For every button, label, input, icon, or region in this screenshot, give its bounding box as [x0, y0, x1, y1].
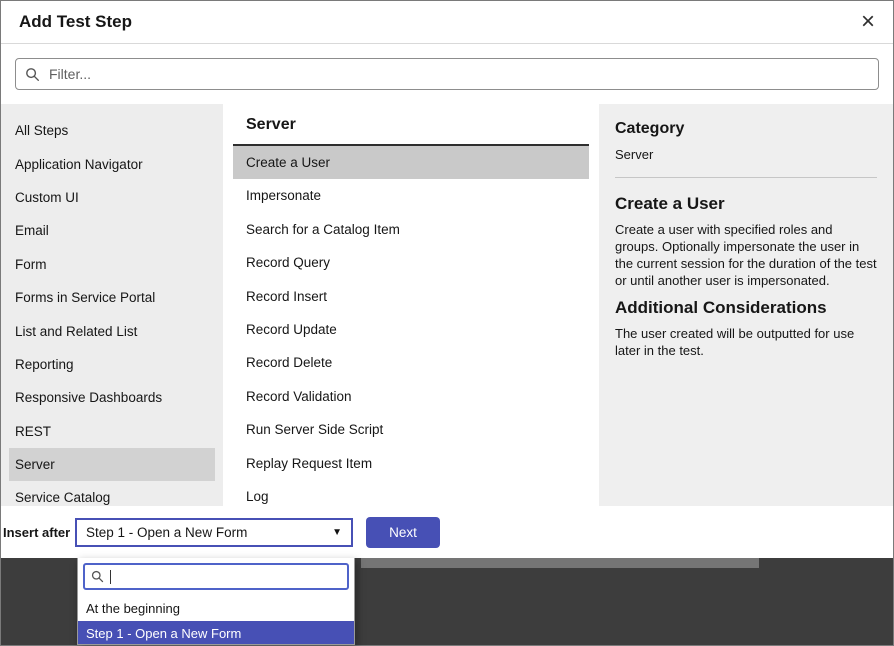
insert-after-label: Insert after: [1, 525, 75, 540]
sidebar-item-all-steps[interactable]: All Steps: [9, 114, 215, 147]
modal-footer: Insert after Step 1 - Open a New Form ▼ …: [1, 506, 893, 558]
step-list-panel: Server Create a UserImpersonateSearch fo…: [223, 104, 599, 506]
background-page-element: [361, 558, 759, 568]
insert-after-select[interactable]: Step 1 - Open a New Form ▼: [75, 518, 353, 547]
dropdown-search-input[interactable]: [111, 568, 341, 585]
modal-body: All StepsApplication NavigatorCustom UIE…: [1, 104, 893, 506]
modal-header: Add Test Step ×: [1, 1, 893, 44]
insert-after-dropdown: At the beginningStep 1 - Open a New Form: [77, 558, 355, 645]
step-item-record-insert[interactable]: Record Insert: [233, 280, 589, 313]
sidebar-item-form[interactable]: Form: [9, 248, 215, 281]
step-item-create-a-user[interactable]: Create a User: [233, 146, 589, 179]
search-icon: [25, 67, 40, 82]
insert-after-select-value: Step 1 - Open a New Form: [86, 525, 247, 540]
modal-title: Add Test Step: [19, 12, 132, 32]
filter-input[interactable]: [47, 65, 869, 83]
sidebar-item-application-navigator[interactable]: Application Navigator: [9, 147, 215, 180]
sidebar-item-custom-ui[interactable]: Custom UI: [9, 181, 215, 214]
details-panel: Category Server Create a User Create a u…: [599, 104, 893, 506]
step-list: Create a UserImpersonateSearch for a Cat…: [233, 146, 589, 506]
sidebar-item-service-catalog[interactable]: Service Catalog: [9, 481, 215, 506]
filter-box: [15, 58, 879, 90]
search-icon: [91, 570, 104, 583]
add-test-step-modal: Add Test Step × All StepsApplication Nav…: [1, 1, 893, 558]
step-item-impersonate[interactable]: Impersonate: [233, 179, 589, 212]
next-button[interactable]: Next: [366, 517, 440, 548]
sidebar-item-reporting[interactable]: Reporting: [9, 348, 215, 381]
step-item-record-delete[interactable]: Record Delete: [233, 346, 589, 379]
dropdown-option-list: At the beginningStep 1 - Open a New Form: [78, 596, 354, 645]
sidebar-item-rest[interactable]: REST: [9, 415, 215, 448]
step-item-log[interactable]: Log: [233, 480, 589, 506]
filter-row: [1, 44, 893, 104]
additional-considerations-text: The user created will be outputted for u…: [615, 325, 877, 359]
close-icon[interactable]: ×: [861, 10, 875, 34]
category-sidebar: All StepsApplication NavigatorCustom UIE…: [1, 104, 223, 506]
dropdown-option-at-the-beginning[interactable]: At the beginning: [78, 596, 354, 621]
step-item-record-validation[interactable]: Record Validation: [233, 380, 589, 413]
details-divider: [615, 177, 877, 178]
sidebar-item-responsive-dashboards[interactable]: Responsive Dashboards: [9, 381, 215, 414]
step-item-search-for-a-catalog-item[interactable]: Search for a Catalog Item: [233, 213, 589, 246]
step-item-run-server-side-script[interactable]: Run Server Side Script: [233, 413, 589, 446]
step-item-record-query[interactable]: Record Query: [233, 246, 589, 279]
dropdown-option-step-1-open-a-new-form[interactable]: Step 1 - Open a New Form: [78, 621, 354, 645]
category-heading: Category: [615, 120, 877, 138]
sidebar-item-server[interactable]: Server: [9, 448, 215, 481]
step-description: Create a user with specified roles and g…: [615, 221, 877, 290]
step-item-record-update[interactable]: Record Update: [233, 313, 589, 346]
step-item-replay-request-item[interactable]: Replay Request Item: [233, 447, 589, 480]
chevron-down-icon: ▼: [332, 527, 342, 538]
step-detail-title: Create a User: [615, 194, 877, 214]
sidebar-item-email[interactable]: Email: [9, 214, 215, 247]
dropdown-search-box: [83, 563, 349, 590]
dropdown-search-wrap: [78, 558, 354, 596]
additional-considerations-heading: Additional Considerations: [615, 298, 877, 318]
category-value: Server: [615, 147, 877, 162]
sidebar-item-list-and-related-list[interactable]: List and Related List: [9, 314, 215, 347]
step-list-heading: Server: [233, 104, 589, 146]
sidebar-item-forms-in-service-portal[interactable]: Forms in Service Portal: [9, 281, 215, 314]
